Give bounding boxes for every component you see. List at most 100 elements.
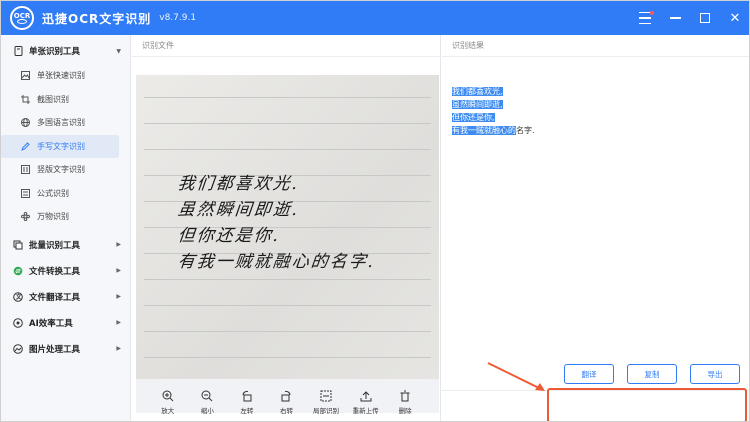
- formula-icon: [21, 188, 30, 198]
- trash-icon: [400, 390, 410, 402]
- reupload-button[interactable]: 重新上传: [351, 390, 381, 421]
- crop-icon: [21, 94, 30, 104]
- zoom-in-button[interactable]: 放大: [153, 390, 183, 421]
- sidebar-group-batch[interactable]: 批量识别工具 ▶: [1, 232, 130, 258]
- chevron-down-icon: ▼: [116, 47, 121, 55]
- sidebar-group-image[interactable]: 图片处理工具 ▶: [1, 336, 130, 362]
- result-line: 有我一贼就融心的: [452, 126, 516, 135]
- image-icon: [21, 71, 30, 81]
- app-version: v8.7.9.1: [159, 13, 197, 23]
- maximize-icon: [700, 13, 710, 23]
- tool-label: 左转: [240, 407, 254, 415]
- title-bar: OCR 迅捷OCR文字识别 v8.7.9.1 ✕: [1, 1, 749, 35]
- sidebar-item-multilang[interactable]: 多国语言识别: [1, 111, 119, 135]
- export-button[interactable]: 导出: [690, 364, 740, 384]
- maximize-button[interactable]: [697, 10, 713, 26]
- sidebar-item-label: 公式识别: [37, 188, 69, 198]
- source-panel-title: 识别文件: [132, 35, 440, 57]
- copy-button[interactable]: 复制: [627, 364, 677, 384]
- globe-icon: [21, 118, 30, 128]
- sidebar: 单张识别工具 ▼ 单张快速识别 截图识别 多国语言识别 手写文字识别 竖版文字识…: [1, 35, 131, 421]
- menu-icon[interactable]: [637, 10, 654, 26]
- convert-icon: [13, 266, 23, 276]
- sidebar-item-handwriting[interactable]: 手写文字识别: [1, 134, 119, 158]
- sidebar-group-label: 文件转换工具: [29, 266, 81, 277]
- sidebar-item-label: 手写文字识别: [37, 141, 85, 151]
- translate-button[interactable]: 翻译: [564, 364, 614, 384]
- sidebar-item-label: 万物识别: [37, 212, 69, 222]
- chevron-right-icon: ▶: [116, 319, 121, 326]
- handwriting-line: 但你还是你.: [176, 226, 282, 246]
- source-image-area[interactable]: 我们都喜欢光. 虽然瞬间即逝. 但你还是你. 有我一贼就融心的名字.: [136, 75, 439, 413]
- zoom-out-button[interactable]: 缩小: [192, 390, 222, 421]
- chevron-right-icon: ▶: [116, 241, 121, 248]
- flower-icon: [21, 212, 30, 222]
- translate-icon: 文: [13, 291, 23, 302]
- source-panel: 识别文件 我们都喜欢光. 虽然瞬间即逝. 但你还是你. 有我一贼就融心的名字.: [132, 35, 441, 421]
- rotate-right-icon: [281, 390, 291, 402]
- annotation-arrow-icon: [487, 362, 545, 391]
- zoom-out-icon: [201, 390, 213, 402]
- layers-icon: [13, 240, 23, 250]
- rotate-left-icon: [242, 390, 252, 402]
- sidebar-group-label: 图片处理工具: [29, 344, 81, 355]
- handwriting-image: 我们都喜欢光. 虽然瞬间即逝. 但你还是你. 有我一贼就融心的名字.: [136, 75, 439, 379]
- partial-recognize-button[interactable]: 局部识别: [311, 390, 341, 421]
- handwriting-line: 有我一贼就融心的名字.: [176, 252, 377, 272]
- handwriting-line: 我们都喜欢光.: [176, 174, 301, 194]
- result-line-tail: 名字.: [516, 126, 535, 135]
- partial-scan-icon: [320, 390, 332, 402]
- close-button[interactable]: ✕: [727, 10, 743, 26]
- sidebar-group-ai[interactable]: AI效率工具 ▶: [1, 310, 130, 336]
- sidebar-group-label: AI效率工具: [29, 318, 73, 329]
- delete-button[interactable]: 删除: [390, 390, 420, 421]
- upload-icon: [360, 391, 372, 402]
- sidebar-group-translate[interactable]: 文 文件翻译工具 ▶: [1, 284, 130, 310]
- app-title: 迅捷OCR文字识别: [42, 11, 152, 26]
- sidebar-item-vertical[interactable]: 竖版文字识别: [1, 158, 119, 182]
- minimize-icon: [669, 17, 681, 19]
- pen-icon: [21, 142, 30, 151]
- sidebar-group-label: 批量识别工具: [29, 240, 81, 251]
- app-logo-icon: OCR: [10, 6, 34, 30]
- chevron-right-icon: ▶: [116, 293, 121, 300]
- sidebar-item-objects[interactable]: 万物识别: [1, 205, 119, 229]
- chevron-right-icon: ▶: [116, 267, 121, 274]
- sidebar-item-label: 竖版文字识别: [37, 165, 85, 175]
- tool-label: 放大: [161, 407, 175, 415]
- tool-label: 局部识别: [313, 407, 340, 415]
- sidebar-group-single[interactable]: 单张识别工具 ▼: [1, 38, 130, 64]
- rotate-right-button[interactable]: 右转: [271, 390, 301, 421]
- result-line: 但你还是你,: [452, 113, 495, 122]
- result-line: 虽然瞬间即逝,: [452, 100, 503, 109]
- sidebar-item-label: 单张快速识别: [37, 71, 85, 81]
- tool-label: 删除: [398, 407, 412, 415]
- sidebar-item-formula[interactable]: 公式识别: [1, 182, 119, 206]
- picture-icon: [13, 343, 23, 354]
- sidebar-item-label: 截图识别: [37, 94, 69, 104]
- sidebar-item-screenshot[interactable]: 截图识别: [1, 88, 119, 112]
- handwriting-line: 虽然瞬间即逝.: [176, 200, 301, 220]
- doc-icon: [13, 46, 23, 56]
- svg-text:文: 文: [15, 293, 23, 301]
- sidebar-group-label: 单张识别工具: [29, 47, 81, 57]
- image-toolbar: 放大 缩小 左转 右转 局部识别 重新上传 删除: [132, 390, 441, 421]
- result-textarea[interactable]: 我们都喜欢光, 虽然瞬间即逝, 但你还是你, 有我一贼就融心的名字.: [452, 85, 535, 137]
- annotation-highlight-box: [547, 388, 747, 421]
- minimize-button[interactable]: [667, 10, 683, 26]
- result-panel-title: 识别结果: [442, 35, 749, 57]
- ai-icon: [13, 317, 23, 328]
- sidebar-item-quick[interactable]: 单张快速识别: [1, 64, 119, 88]
- zoom-in-icon: [162, 390, 174, 402]
- rotate-left-button[interactable]: 左转: [232, 390, 262, 421]
- vertical-text-icon: [21, 165, 30, 175]
- sidebar-group-convert[interactable]: 文件转换工具 ▶: [1, 258, 130, 284]
- tool-label: 缩小: [200, 407, 214, 415]
- notification-dot: [650, 11, 654, 15]
- result-line: 我们都喜欢光,: [452, 87, 503, 96]
- app-window: OCR 迅捷OCR文字识别 v8.7.9.1 ✕ 单张识别工具 ▼ 单张快速识别…: [0, 0, 750, 422]
- sidebar-group-label: 文件翻译工具: [29, 292, 81, 303]
- sidebar-item-label: 多国语言识别: [37, 118, 85, 128]
- tool-label: 右转: [279, 407, 293, 415]
- tool-label: 重新上传: [352, 407, 379, 415]
